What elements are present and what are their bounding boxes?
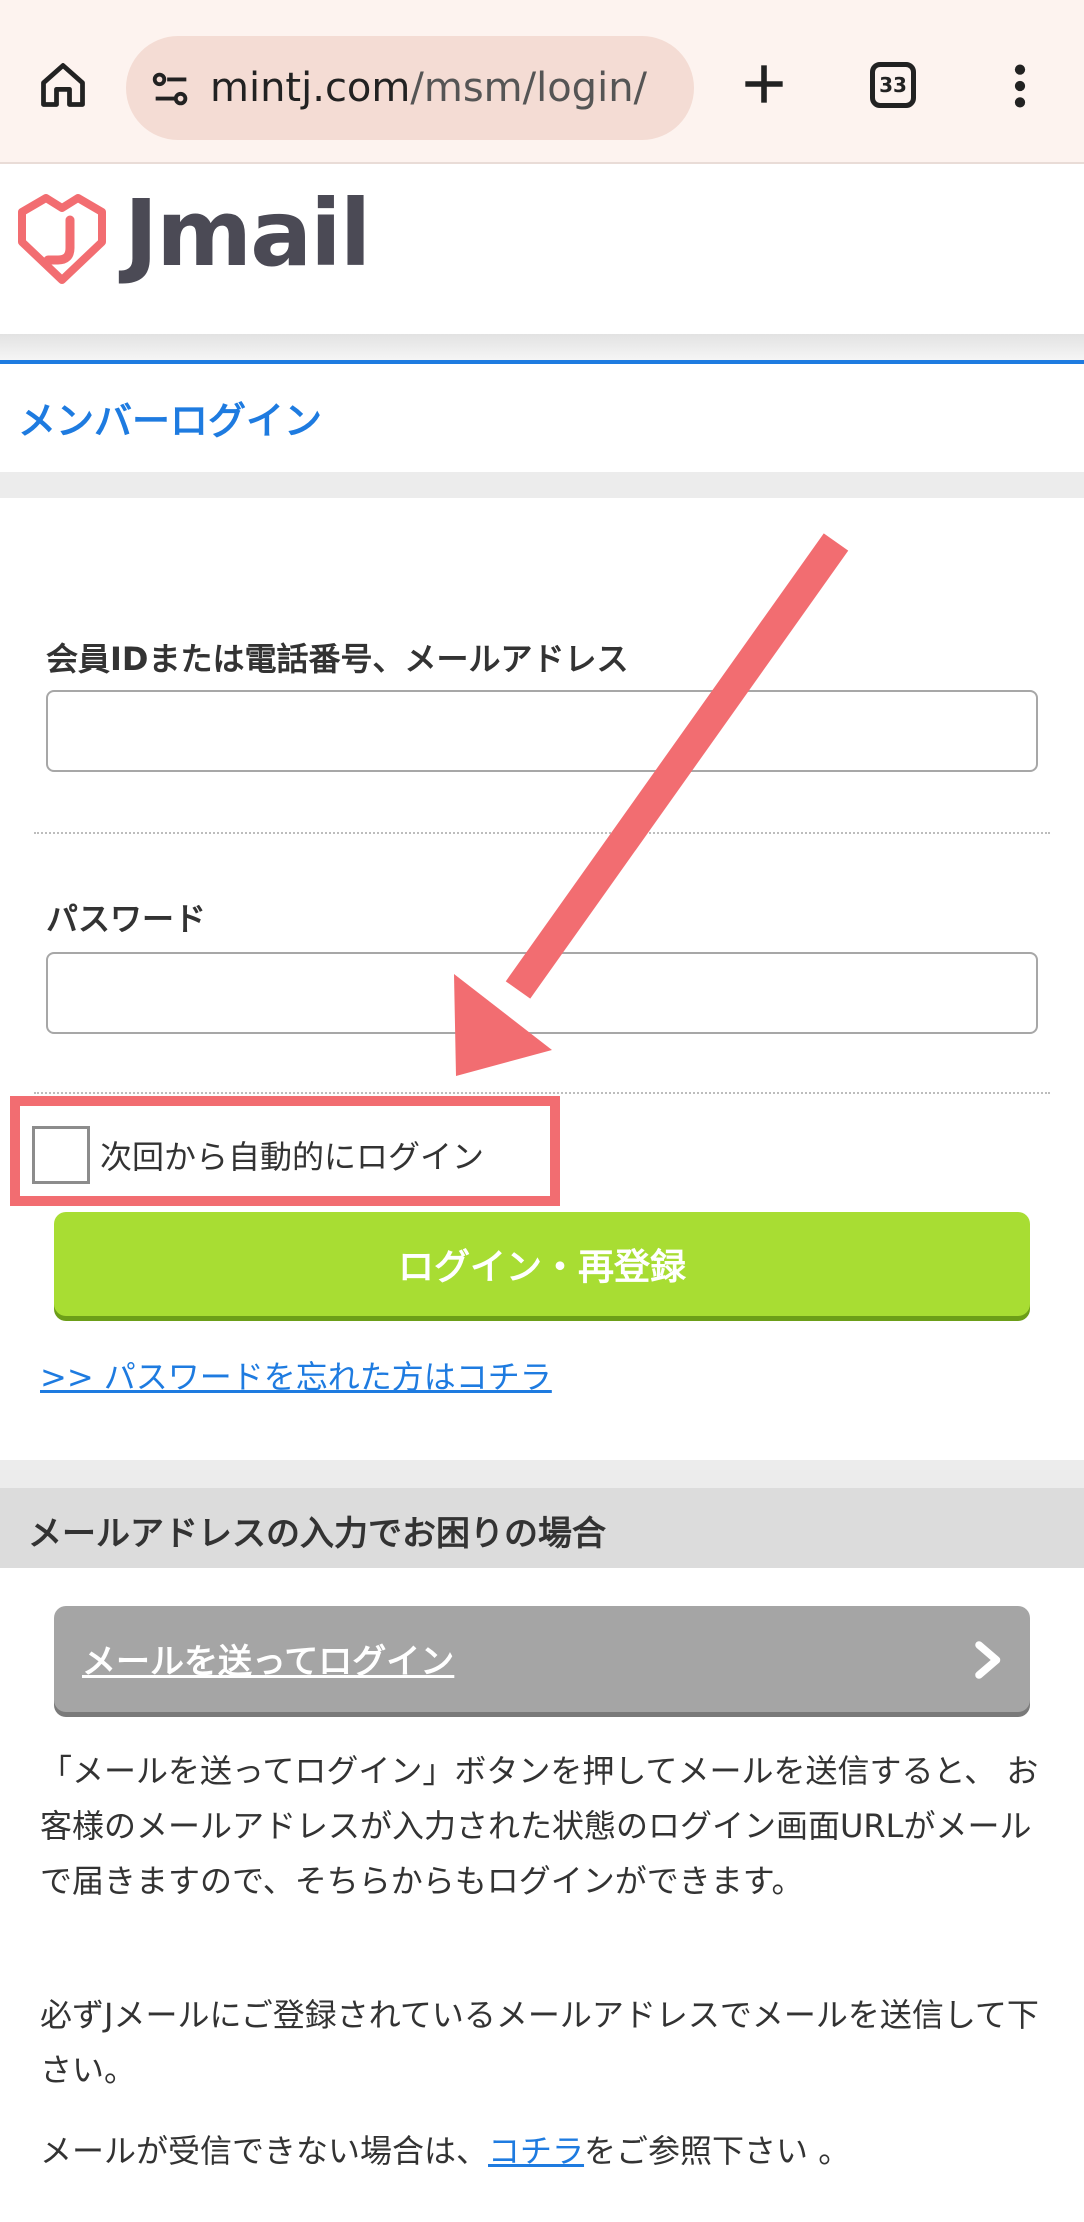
mail-help-paragraph: 必ずJメールにご登録されているメールアドレスでメールを送信して下さい。 bbox=[40, 1996, 1039, 2089]
login-button[interactable]: ログイン・再登録 bbox=[54, 1212, 1030, 1316]
mail-help-section-header: メールアドレスの入力でお困りの場合 bbox=[0, 1488, 1084, 1568]
address-bar[interactable]: mintj.com/msm/login/ bbox=[126, 36, 694, 140]
home-icon[interactable] bbox=[30, 52, 96, 118]
title-accent-line bbox=[0, 360, 1084, 364]
section-divider bbox=[0, 472, 1084, 498]
header-divider bbox=[0, 334, 1084, 360]
auto-login-checkbox[interactable] bbox=[32, 1126, 90, 1184]
site-header: Jmail bbox=[0, 164, 1084, 334]
member-id-input[interactable] bbox=[46, 690, 1038, 772]
field-divider bbox=[34, 1092, 1050, 1094]
browser-toolbar: mintj.com/msm/login/ 33 bbox=[0, 0, 1084, 164]
page-title: メンバーログイン bbox=[18, 399, 323, 443]
mail-help-section-title: メールアドレスの入力でお困りの場合 bbox=[28, 1514, 606, 1554]
help-link[interactable]: コチラ bbox=[488, 2132, 584, 2170]
more-menu-icon[interactable] bbox=[1000, 58, 1040, 114]
section-divider bbox=[0, 1460, 1084, 1488]
para3-suffix: をご参照下さい 。 bbox=[584, 2132, 851, 2170]
jmail-logo-icon[interactable] bbox=[14, 190, 110, 286]
send-mail-login-label: メールを送ってログイン bbox=[82, 1642, 455, 1682]
tab-switcher-button[interactable]: 33 bbox=[870, 62, 916, 108]
password-label: パスワード bbox=[46, 900, 207, 938]
site-settings-icon[interactable] bbox=[148, 66, 194, 112]
auto-login-label[interactable]: 次回から自動的にログイン bbox=[100, 1132, 484, 1178]
url-domain: mintj.com bbox=[210, 65, 411, 111]
mail-help-paragraph: メールが受信できない場合は、コチラをご参照下さい 。 bbox=[40, 2124, 1040, 2179]
logo-text: Jmail bbox=[124, 180, 371, 287]
para3-prefix: メールが受信できない場合は、 bbox=[40, 2132, 489, 2170]
new-tab-icon[interactable] bbox=[736, 56, 792, 112]
url-path: /msm/login/ bbox=[410, 65, 648, 111]
url-text: mintj.com/msm/login/ bbox=[210, 62, 647, 114]
tab-count: 33 bbox=[879, 73, 907, 97]
member-id-label: 会員IDまたは電話番号、メールアドレス bbox=[46, 640, 629, 678]
send-mail-login-button[interactable]: メールを送ってログイン bbox=[54, 1606, 1030, 1712]
password-input[interactable] bbox=[46, 952, 1038, 1034]
mail-help-paragraph: 「メールを送ってログイン」ボタンを押してメールを送信すると、 お客様のメールアド… bbox=[40, 1752, 1039, 1900]
field-divider bbox=[34, 832, 1050, 834]
forgot-password-link[interactable]: >> パスワードを忘れた方はコチラ bbox=[40, 1352, 552, 1398]
chevron-right-icon bbox=[974, 1640, 1004, 1680]
